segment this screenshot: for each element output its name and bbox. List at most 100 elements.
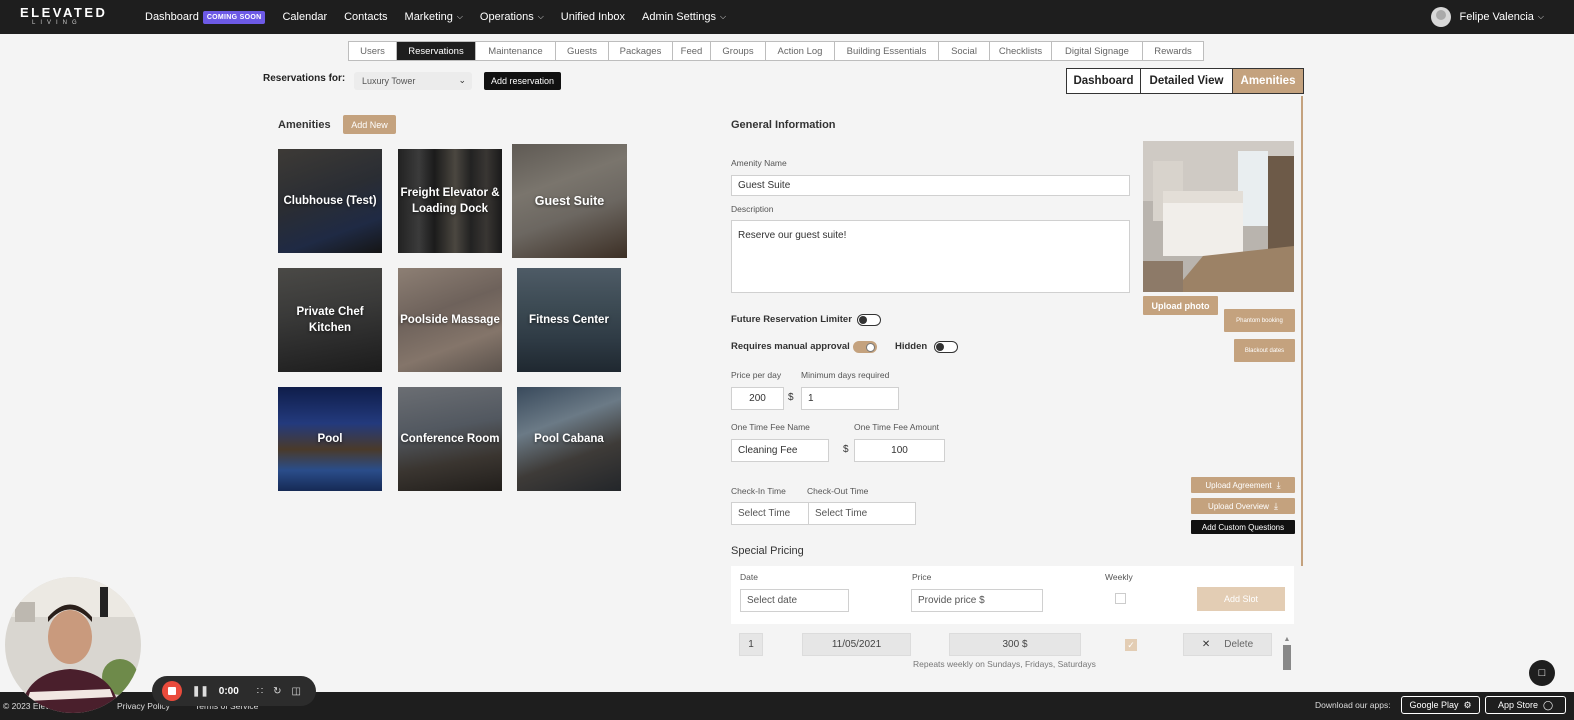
download-icon: ⤓ [1273, 500, 1278, 511]
user-menu[interactable]: Felipe Valencia ⌵ [1430, 7, 1544, 27]
tab-guests[interactable]: Guests [556, 42, 609, 60]
checkin-time-select[interactable]: Select Time [731, 502, 809, 525]
elevated-living-logo[interactable]: ELEVATED LIVING [20, 6, 112, 28]
amenity-tile-fitness-center[interactable]: Fitness Center [517, 268, 621, 372]
fee-name-input[interactable]: Cleaning Fee [731, 439, 829, 462]
reservations-for-label: Reservations for: [263, 73, 346, 84]
weekly-checkbox[interactable] [1115, 593, 1126, 604]
slot-repeat-note: Repeats weekly on Sundays, Fridays, Satu… [913, 659, 1096, 669]
nav-operations[interactable]: Operations ⌵ [480, 11, 544, 23]
tab-social[interactable]: Social [939, 42, 990, 60]
coming-soon-badge: COMING SOON [202, 10, 266, 24]
tab-maintenance[interactable]: Maintenance [476, 42, 556, 60]
future-reservation-limiter-toggle[interactable] [857, 314, 881, 326]
hidden-toggle[interactable] [934, 341, 958, 353]
blackout-dates-button[interactable]: Blackout dates [1234, 339, 1295, 362]
stop-recording-button[interactable] [162, 681, 182, 701]
general-information-heading: General Information [731, 119, 836, 131]
special-price-input[interactable]: Provide price $ [911, 589, 1043, 612]
manual-approval-toggle[interactable] [853, 341, 877, 353]
checkin-placeholder: Select Time [738, 508, 791, 519]
nav-admin-settings-label: Admin Settings [642, 11, 716, 23]
avatar [1430, 7, 1451, 27]
add-slot-button[interactable]: Add Slot [1197, 587, 1285, 611]
tab-feed[interactable]: Feed [673, 42, 711, 60]
amenity-tile-pool-cabana[interactable]: Pool Cabana [517, 387, 621, 491]
slot-weekly-checkbox[interactable]: ✓ [1125, 639, 1137, 651]
chevron-down-icon: ⌵ [537, 12, 544, 21]
app-store-button[interactable]: App Store ◯ [1485, 696, 1566, 714]
amenity-tile-guest-suite[interactable]: Guest Suite [512, 144, 627, 258]
slot-delete-button[interactable]: ✕ Delete [1183, 633, 1272, 656]
amenity-tile-conference-room[interactable]: Conference Room [398, 387, 502, 491]
tab-action-log[interactable]: Action Log [766, 42, 835, 60]
download-apps-label: Download our apps: [1315, 700, 1391, 710]
minimum-days-label: Minimum days required [801, 370, 890, 380]
phantom-booking-button[interactable]: Phantom booking [1224, 309, 1295, 332]
description-textarea[interactable]: Reserve our guest suite! [731, 220, 1130, 293]
price-per-day-input[interactable]: 200 [731, 387, 784, 410]
nav-admin-settings[interactable]: Admin Settings ⌵ [642, 11, 726, 23]
tab-rewards[interactable]: Rewards [1143, 42, 1203, 60]
slot-list-scrollbar[interactable]: ▲ [1282, 636, 1292, 676]
upload-photo-button[interactable]: Upload photo [1143, 296, 1218, 315]
amenity-tile-label: Private Chef Kitchen [296, 306, 364, 334]
chat-icon[interactable]: □ [1529, 660, 1555, 686]
price-per-day-label: Price per day [731, 370, 782, 380]
building-select[interactable]: Luxury Tower ⌄ [354, 72, 472, 90]
trash-icon[interactable]: ◫ [292, 686, 301, 697]
amenity-tile-pool[interactable]: Pool [278, 387, 382, 491]
view-dashboard-button[interactable]: Dashboard [1067, 69, 1141, 93]
restart-icon[interactable]: ↻ [273, 686, 281, 697]
future-reservation-limiter-label: Future Reservation Limiter [731, 314, 852, 325]
tab-checklists[interactable]: Checklists [990, 42, 1052, 60]
minimum-days-input[interactable]: 1 [801, 387, 899, 410]
tab-packages[interactable]: Packages [609, 42, 673, 60]
pause-icon[interactable]: ❚❚ [192, 686, 209, 697]
tab-reservations[interactable]: Reservations [397, 42, 476, 60]
special-date-input[interactable]: Select date [740, 589, 849, 612]
tab-users[interactable]: Users [349, 42, 397, 60]
chevron-down-icon: ⌵ [720, 12, 727, 21]
webcam-overlay [5, 577, 141, 713]
view-amenities-button[interactable]: Amenities [1233, 69, 1303, 93]
scroll-up-icon: ▲ [1283, 636, 1291, 643]
amenity-name-input[interactable]: Guest Suite [731, 175, 1130, 196]
upload-overview-button[interactable]: Upload Overview ⤓ [1191, 498, 1295, 514]
grid-icon[interactable]: ∷ [257, 686, 263, 697]
webcam-presenter-image [5, 577, 141, 713]
special-date-label: Date [740, 572, 758, 582]
add-custom-questions-button[interactable]: Add Custom Questions [1191, 520, 1295, 534]
google-play-button[interactable]: Google Play ⚙ [1401, 696, 1480, 714]
user-name: Felipe Valencia [1459, 11, 1534, 23]
manual-approval-label: Requires manual approval [731, 341, 850, 352]
amenity-tile-freight-elevator[interactable]: Freight Elevator & Loading Dock [398, 149, 502, 253]
nav-contacts[interactable]: Contacts [344, 11, 387, 23]
tab-digital-signage[interactable]: Digital Signage [1052, 42, 1143, 60]
add-reservation-button[interactable]: Add reservation [484, 72, 561, 90]
nav-unified-inbox[interactable]: Unified Inbox [561, 11, 625, 23]
fee-amount-input[interactable]: 100 [854, 439, 945, 462]
upload-agreement-button[interactable]: Upload Agreement ⤓ [1191, 477, 1295, 493]
app-store-label: App Store [1497, 700, 1538, 710]
fee-name-label: One Time Fee Name [731, 422, 810, 432]
tab-groups[interactable]: Groups [711, 42, 766, 60]
nav-dashboard[interactable]: Dashboard COMING SOON [145, 10, 266, 24]
checkout-placeholder: Select Time [815, 508, 868, 519]
nav-calendar[interactable]: Calendar [282, 11, 327, 23]
scroll-thumb[interactable] [1283, 645, 1291, 670]
add-new-amenity-button[interactable]: Add New [343, 115, 396, 134]
view-detailed-button[interactable]: Detailed View [1141, 69, 1233, 93]
nav-marketing[interactable]: Marketing ⌵ [405, 11, 463, 23]
amenities-heading: Amenities [278, 119, 331, 131]
amenity-tile-label: Fitness Center [529, 314, 609, 326]
fee-name-value: Cleaning Fee [738, 445, 798, 456]
amenity-tile-poolside-massage[interactable]: Poolside Massage [398, 268, 502, 372]
amenity-tile-clubhouse[interactable]: Clubhouse (Test) [278, 149, 382, 253]
section-tabs: Users Reservations Maintenance Guests Pa… [348, 41, 1204, 61]
checkout-time-select[interactable]: Select Time [808, 502, 916, 525]
amenity-tile-private-chef[interactable]: Private Chef Kitchen [278, 268, 382, 372]
tab-building-essentials[interactable]: Building Essentials [835, 42, 939, 60]
slot-delete-label: Delete [1224, 639, 1254, 650]
slot-index: 1 [739, 633, 763, 656]
